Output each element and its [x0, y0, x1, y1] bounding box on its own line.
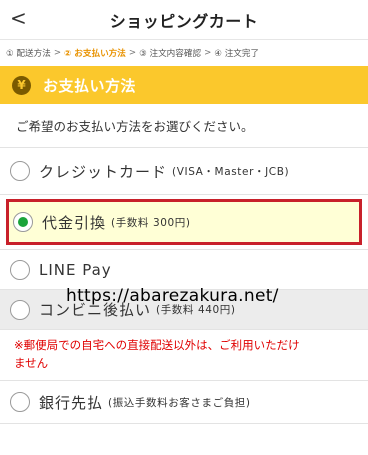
section-title: お支払い方法 [43, 76, 137, 95]
step-separator-icon: > [128, 48, 137, 58]
option-label: LINE Pay [39, 260, 112, 279]
payment-option-line-pay[interactable]: LINE Pay [0, 250, 368, 290]
warning-line: ※郵便局での自宅への直接配送以外は、ご利用いただけ [14, 338, 300, 352]
back-chevron-icon[interactable]: < [10, 6, 27, 30]
radio-unselected-icon[interactable] [10, 299, 30, 320]
convenience-store-warning: ※郵便局での自宅への直接配送以外は、ご利用いただけ ません [0, 330, 368, 381]
payment-option-bank-transfer[interactable]: 銀行先払 (振込手数料お客さまご負担) [0, 381, 368, 424]
radio-selected-icon[interactable] [13, 212, 33, 232]
radio-unselected-icon[interactable] [10, 392, 30, 412]
option-label: 銀行先払 [39, 393, 104, 412]
payment-option-convenience-store[interactable]: コンビニ後払い (手数料 440円) [0, 290, 368, 330]
radio-unselected-icon[interactable] [10, 259, 30, 280]
payment-option-credit-card[interactable]: クレジットカード (VISA・Master・JCB) [0, 148, 368, 195]
page-title: ショッピングカート [109, 11, 259, 31]
app-header: < ショッピングカート [0, 0, 368, 40]
step-separator-icon: > [204, 48, 212, 58]
option-label: コンビニ後払い [39, 301, 152, 319]
step-payment: ② お支払い方法 [64, 49, 126, 59]
warning-line: ません [14, 356, 49, 370]
payment-section-header: ¥ お支払い方法 [0, 66, 368, 104]
payment-option-cod[interactable]: 代金引換 (手数料 300円) [6, 199, 362, 245]
option-label: クレジットカード [39, 162, 168, 181]
option-note: (手数料 300円) [111, 216, 191, 229]
payment-option-cod-wrapper: 代金引換 (手数料 300円) [0, 195, 368, 250]
yen-icon: ¥ [12, 75, 31, 95]
option-note: (VISA・Master・JCB) [172, 165, 290, 178]
radio-dot-icon [18, 217, 28, 227]
step-separator-icon: > [53, 48, 62, 58]
option-note: (手数料 440円) [156, 304, 236, 316]
step-complete: ④ 注文完了 [214, 49, 260, 59]
step-delivery: ① 配送方法 [6, 49, 51, 59]
radio-unselected-icon[interactable] [10, 161, 30, 181]
checkout-steps: ① 配送方法 > ② お支払い方法 > ③ 注文内容確認 > ④ 注文完了 [0, 40, 368, 66]
step-confirm: ③ 注文内容確認 [139, 49, 202, 59]
payment-instruction: ご希望のお支払い方法をお選びください。 [0, 104, 368, 148]
option-note: (振込手数料お客さまご負担) [108, 396, 251, 409]
option-label: 代金引換 [42, 213, 107, 232]
